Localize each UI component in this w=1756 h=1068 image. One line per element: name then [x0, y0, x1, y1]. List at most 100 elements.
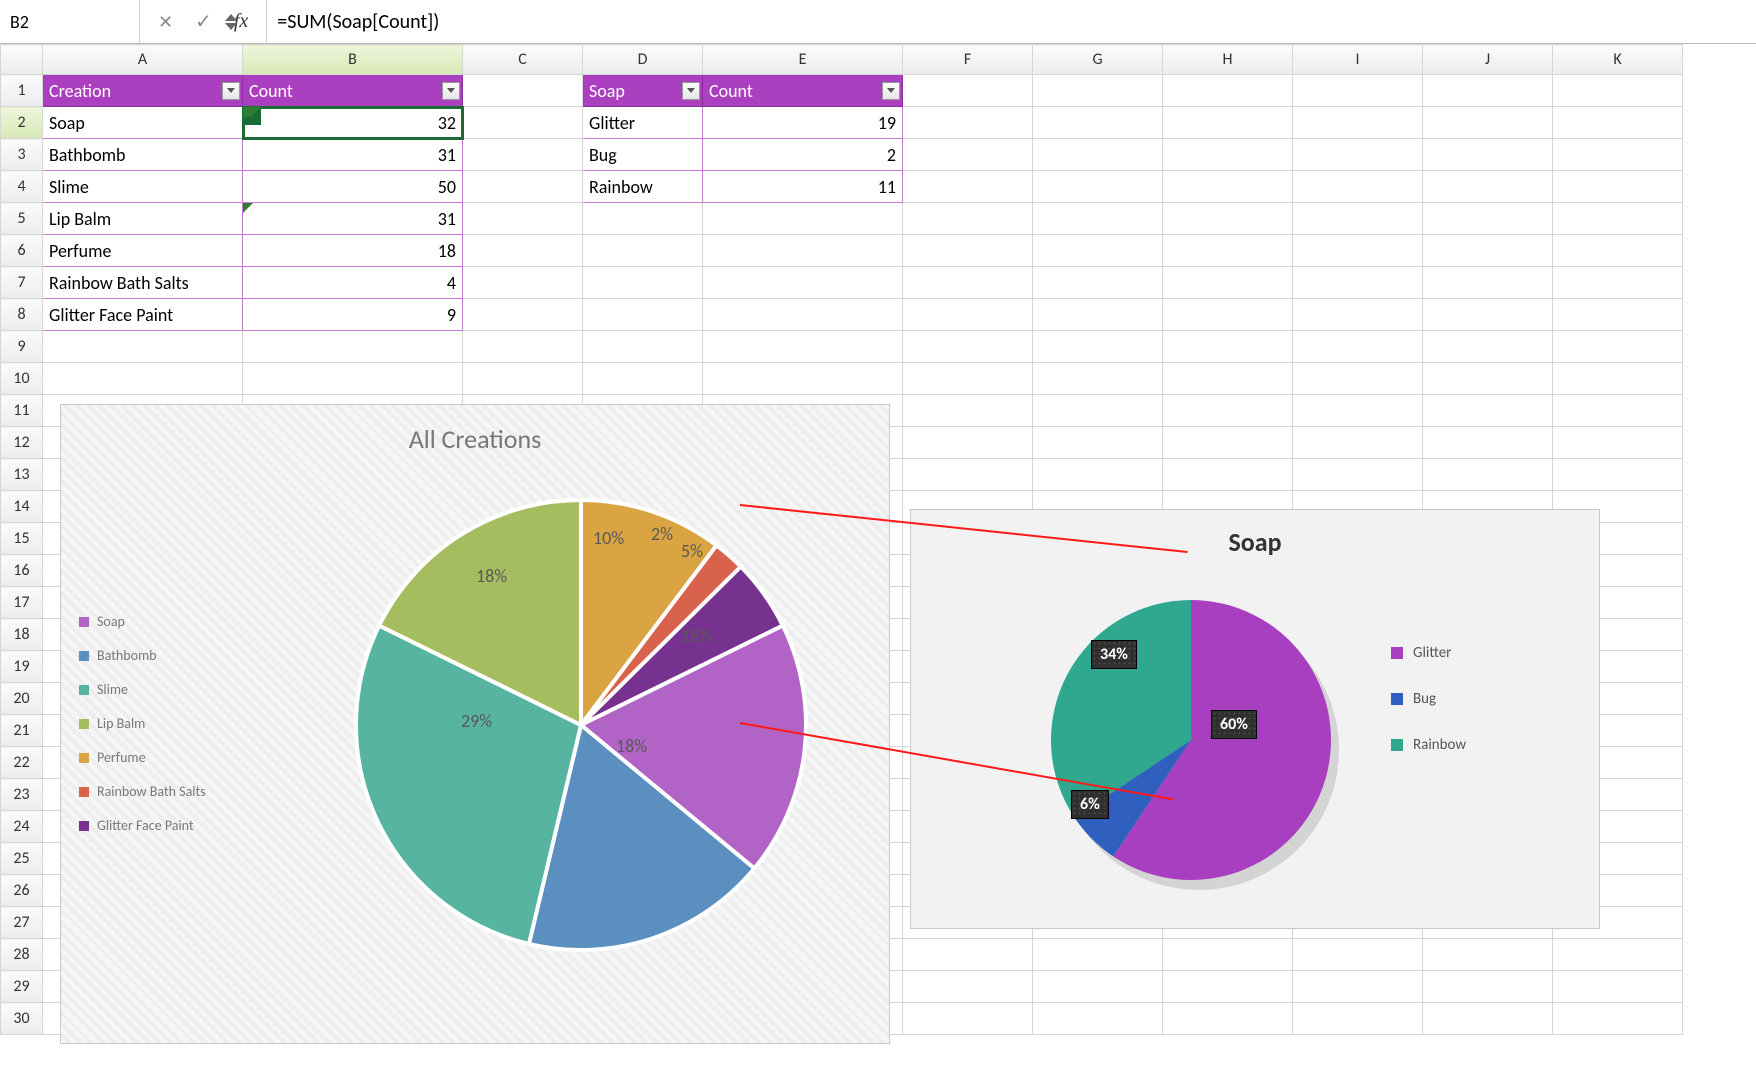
cell[interactable] — [463, 267, 583, 299]
cell[interactable] — [903, 427, 1033, 459]
worksheet[interactable]: A B C D E F G H I J K 1CreationCountSoap… — [0, 44, 1756, 1068]
cell[interactable] — [1163, 203, 1293, 235]
cell[interactable] — [583, 331, 703, 363]
col-header-F[interactable]: F — [903, 45, 1033, 75]
cell[interactable] — [903, 331, 1033, 363]
cell[interactable] — [1423, 203, 1553, 235]
cell[interactable] — [1033, 203, 1163, 235]
cell[interactable] — [1293, 363, 1423, 395]
cell[interactable]: Bathbomb — [43, 139, 243, 171]
row-header[interactable]: 12 — [1, 427, 43, 459]
col-header-C[interactable]: C — [463, 45, 583, 75]
row-header[interactable]: 9 — [1, 331, 43, 363]
stepper-up-icon[interactable] — [225, 14, 237, 21]
chart-all-creations[interactable]: All Creations SoapBathbombSlimeLip BalmP… — [60, 404, 890, 1044]
cell[interactable] — [903, 1003, 1033, 1035]
cell[interactable] — [1553, 203, 1683, 235]
cell[interactable]: Glitter — [583, 107, 703, 139]
cell[interactable]: Creation — [43, 75, 243, 107]
cell[interactable] — [1033, 299, 1163, 331]
cell[interactable] — [903, 267, 1033, 299]
cell[interactable] — [1553, 395, 1683, 427]
cell[interactable]: 18 — [243, 235, 463, 267]
cell[interactable] — [1423, 395, 1553, 427]
cell[interactable] — [1423, 171, 1553, 203]
cell[interactable] — [1163, 75, 1293, 107]
cell[interactable] — [1553, 171, 1683, 203]
stepper-down-icon[interactable] — [225, 23, 237, 30]
row-header[interactable]: 18 — [1, 619, 43, 651]
cell[interactable]: 31 — [243, 203, 463, 235]
cell[interactable] — [903, 395, 1033, 427]
cell[interactable] — [1163, 971, 1293, 1003]
cell[interactable] — [1293, 235, 1423, 267]
cell[interactable] — [1293, 427, 1423, 459]
cell[interactable] — [1163, 459, 1293, 491]
cell[interactable] — [903, 939, 1033, 971]
col-header-H[interactable]: H — [1163, 45, 1293, 75]
cell[interactable] — [1293, 75, 1423, 107]
cell[interactable] — [1033, 75, 1163, 107]
cell[interactable] — [1423, 139, 1553, 171]
cell[interactable] — [1033, 171, 1163, 203]
cell[interactable] — [1033, 331, 1163, 363]
row-header[interactable]: 4 — [1, 171, 43, 203]
active-cell[interactable]: 32 — [243, 107, 463, 139]
cell[interactable] — [1423, 971, 1553, 1003]
cell[interactable]: Lip Balm — [43, 203, 243, 235]
row-header[interactable]: 19 — [1, 651, 43, 683]
cell[interactable]: Perfume — [43, 235, 243, 267]
cell[interactable] — [1423, 107, 1553, 139]
cell[interactable] — [903, 203, 1033, 235]
cell[interactable]: 11 — [703, 171, 903, 203]
cell[interactable]: Count — [243, 75, 463, 107]
cell[interactable] — [1423, 939, 1553, 971]
cell[interactable] — [1553, 971, 1683, 1003]
cell[interactable]: Rainbow Bath Salts — [43, 267, 243, 299]
cell[interactable]: 50 — [243, 171, 463, 203]
cell[interactable] — [903, 107, 1033, 139]
row-header[interactable]: 16 — [1, 555, 43, 587]
col-header-G[interactable]: G — [1033, 45, 1163, 75]
cell[interactable] — [1553, 427, 1683, 459]
cell[interactable]: 19 — [703, 107, 903, 139]
cell[interactable] — [1293, 395, 1423, 427]
cell[interactable] — [1293, 299, 1423, 331]
name-box[interactable] — [0, 0, 140, 43]
cell[interactable] — [1293, 139, 1423, 171]
row-header[interactable]: 3 — [1, 139, 43, 171]
cell[interactable] — [463, 363, 583, 395]
filter-dropdown-icon[interactable] — [882, 82, 900, 100]
filter-dropdown-icon[interactable] — [222, 82, 240, 100]
cell[interactable] — [1033, 363, 1163, 395]
row-header[interactable]: 29 — [1, 971, 43, 1003]
col-header-K[interactable]: K — [1553, 45, 1683, 75]
filter-dropdown-icon[interactable] — [442, 82, 460, 100]
cell[interactable] — [1553, 107, 1683, 139]
col-header-I[interactable]: I — [1293, 45, 1423, 75]
cell[interactable] — [1553, 363, 1683, 395]
cell[interactable] — [1423, 1003, 1553, 1035]
cell[interactable] — [1163, 235, 1293, 267]
cell[interactable]: 2 — [703, 139, 903, 171]
cell[interactable] — [1553, 299, 1683, 331]
cell[interactable] — [1553, 139, 1683, 171]
cell[interactable] — [1163, 427, 1293, 459]
cell[interactable] — [703, 331, 903, 363]
cell[interactable] — [903, 971, 1033, 1003]
row-header[interactable]: 15 — [1, 523, 43, 555]
cell[interactable] — [1553, 459, 1683, 491]
cell[interactable] — [1553, 235, 1683, 267]
col-header-E[interactable]: E — [703, 45, 903, 75]
cell[interactable] — [1553, 267, 1683, 299]
cell[interactable] — [903, 299, 1033, 331]
row-header[interactable]: 27 — [1, 907, 43, 939]
cell[interactable]: Rainbow — [583, 171, 703, 203]
cell[interactable] — [243, 363, 463, 395]
cell[interactable]: Slime — [43, 171, 243, 203]
cell[interactable] — [1163, 139, 1293, 171]
cell[interactable]: 31 — [243, 139, 463, 171]
cell[interactable] — [1163, 1003, 1293, 1035]
row-header[interactable]: 17 — [1, 587, 43, 619]
row-header[interactable]: 11 — [1, 395, 43, 427]
